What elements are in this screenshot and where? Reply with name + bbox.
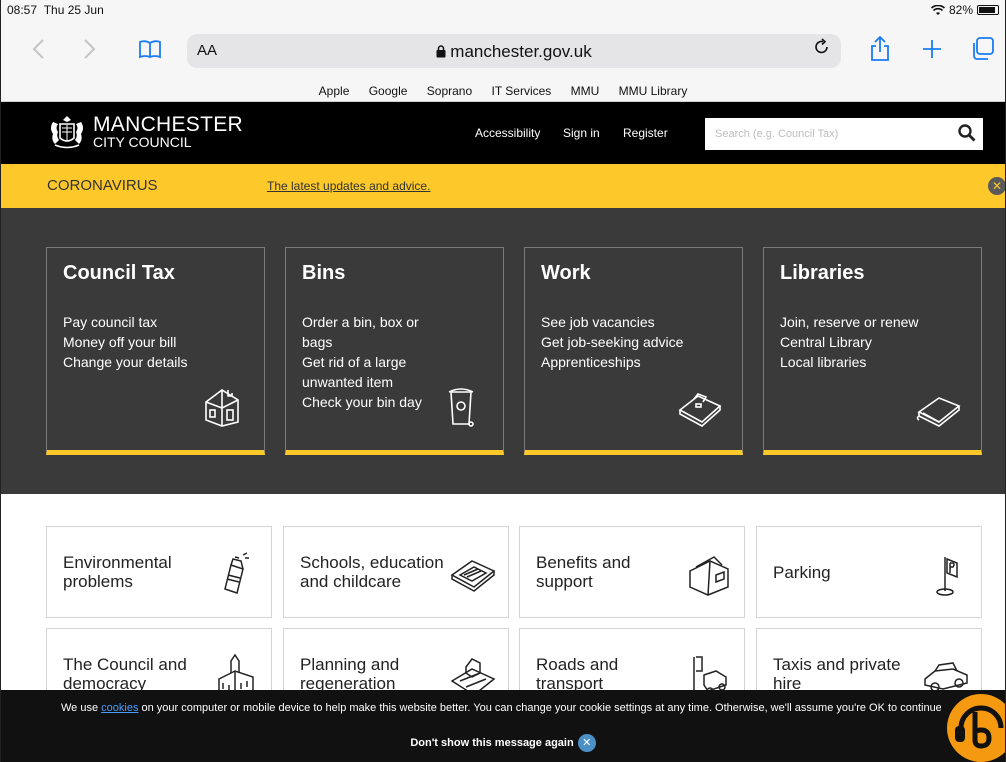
- url-text: manchester.gov.uk: [187, 42, 841, 62]
- tile-links: Join, reserve or renew Central Library L…: [780, 312, 930, 372]
- new-tab-icon[interactable]: [917, 34, 947, 64]
- tile-link[interactable]: Local libraries: [780, 352, 930, 372]
- forward-icon[interactable]: [75, 34, 105, 64]
- cookie-banner: We use cookies on your computer or mobil…: [1, 690, 1005, 762]
- search-placeholder: Search (e.g. Council Tax): [715, 128, 839, 140]
- logo-line-1: MANCHESTER: [93, 113, 244, 136]
- lock-icon: [436, 45, 446, 58]
- search-icon[interactable]: [957, 123, 977, 143]
- logo-line-2: CITY COUNCIL: [93, 134, 192, 150]
- council-logo[interactable]: MANCHESTER CITY COUNCIL: [47, 114, 243, 150]
- tile-work[interactable]: Work See job vacancies Get job-seeking a…: [524, 247, 743, 455]
- favourite-mmu-library[interactable]: MMU Library: [619, 84, 688, 98]
- back-icon[interactable]: [23, 34, 53, 64]
- bin-icon: [448, 388, 474, 427]
- tile-libraries[interactable]: Libraries Join, reserve or renew Central…: [763, 247, 982, 455]
- tile-link[interactable]: Pay council tax: [63, 312, 213, 332]
- tile-links: See job vacancies Get job-seeking advice…: [541, 312, 691, 372]
- status-time: 08:57 Thu 25 Jun: [7, 3, 104, 17]
- dismiss-cookie-button[interactable]: Don't show this message again ✕: [1, 734, 1005, 752]
- favourite-it-services[interactable]: IT Services: [491, 84, 551, 98]
- tile-link[interactable]: See job vacancies: [541, 312, 691, 332]
- tile-title: Libraries: [780, 262, 865, 284]
- favourite-soprano[interactable]: Soprano: [427, 84, 472, 98]
- tile-link[interactable]: Apprenticeships: [541, 352, 691, 372]
- crest-icon: [51, 116, 83, 149]
- service-label: Parking: [773, 562, 831, 582]
- battery-percent: 82%: [948, 3, 973, 17]
- accessibility-link[interactable]: Accessibility: [475, 126, 540, 140]
- register-link[interactable]: Register: [623, 126, 668, 140]
- site-header: MANCHESTER CITY COUNCIL Accessibility Si…: [1, 102, 1005, 164]
- service-label: Schools, education and childcare: [300, 553, 444, 591]
- share-icon[interactable]: [865, 34, 895, 64]
- tile-title: Work: [541, 262, 591, 284]
- banner-link[interactable]: The latest updates and advice.: [267, 179, 430, 193]
- wallet-icon: [689, 556, 729, 596]
- cookie-message: We use cookies on your computer or mobil…: [61, 702, 941, 714]
- tabs-icon[interactable]: [967, 34, 997, 64]
- sign-in-link[interactable]: Sign in: [563, 126, 600, 140]
- coronavirus-banner: CORONAVIRUS The latest updates and advic…: [1, 164, 1005, 208]
- tile-council-tax[interactable]: Council Tax Pay council tax Money off yo…: [46, 247, 265, 455]
- service-schools[interactable]: Schools, education and childcare: [283, 526, 509, 618]
- tile-link[interactable]: Join, reserve or renew: [780, 312, 930, 332]
- parking-sign-icon: [936, 557, 958, 596]
- tile-link[interactable]: Central Library: [780, 332, 930, 352]
- favourite-google[interactable]: Google: [369, 84, 408, 98]
- house-icon: [205, 389, 239, 427]
- service-benefits[interactable]: Benefits and support: [519, 526, 745, 618]
- favourites-bar: Apple Google Soprano IT Services MMU MMU…: [1, 80, 1005, 102]
- tile-link[interactable]: Get job-seeking advice: [541, 332, 691, 352]
- briefcase-icon: [678, 393, 722, 427]
- status-bar: 08:57 Thu 25 Jun 82%: [1, 0, 1005, 20]
- dismiss-close-icon[interactable]: ✕: [577, 734, 596, 752]
- banner-close-icon[interactable]: ✕: [988, 177, 1005, 195]
- bookmarks-icon[interactable]: [135, 34, 165, 64]
- spray-can-icon: [224, 552, 249, 594]
- school-icon: [450, 560, 496, 592]
- address-bar[interactable]: AA manchester.gov.uk: [187, 34, 841, 68]
- book-icon: [916, 397, 961, 427]
- service-environmental-problems[interactable]: Environmental problems: [46, 526, 272, 618]
- service-label: Benefits and support: [536, 553, 631, 591]
- featured-services: Council Tax Pay council tax Money off yo…: [1, 208, 1005, 494]
- favourite-apple[interactable]: Apple: [319, 84, 350, 98]
- cookies-link[interactable]: cookies: [101, 702, 138, 714]
- search-input[interactable]: Search (e.g. Council Tax): [705, 118, 983, 150]
- tile-link[interactable]: Check your bin day: [302, 392, 452, 412]
- app-frame: 08:57 Thu 25 Jun 82% AA manchester.gov.u…: [0, 0, 1006, 762]
- reload-icon[interactable]: [813, 38, 831, 62]
- banner-title: CORONAVIRUS: [47, 177, 158, 194]
- tile-links: Order a bin, box or bags Get rid of a la…: [302, 312, 452, 412]
- tile-link[interactable]: Get rid of a large unwanted item: [302, 352, 452, 392]
- tile-bins[interactable]: Bins Order a bin, box or bags Get rid of…: [285, 247, 504, 455]
- battery-icon: [977, 5, 999, 15]
- wifi-icon: [930, 4, 945, 15]
- service-label: Environmental problems: [63, 553, 172, 591]
- browser-toolbar: AA manchester.gov.uk: [1, 20, 1005, 80]
- tile-link[interactable]: Money off your bill: [63, 332, 213, 352]
- browsealoud-icon[interactable]: [941, 690, 1006, 762]
- favourite-mmu[interactable]: MMU: [571, 84, 600, 98]
- tile-title: Bins: [302, 262, 346, 284]
- tile-link[interactable]: Change your details: [63, 352, 213, 372]
- status-right: 82%: [930, 3, 999, 17]
- tile-title: Council Tax: [63, 262, 175, 284]
- service-parking[interactable]: Parking: [756, 526, 982, 618]
- tile-links: Pay council tax Money off your bill Chan…: [63, 312, 213, 372]
- tile-link[interactable]: Order a bin, box or bags: [302, 312, 452, 352]
